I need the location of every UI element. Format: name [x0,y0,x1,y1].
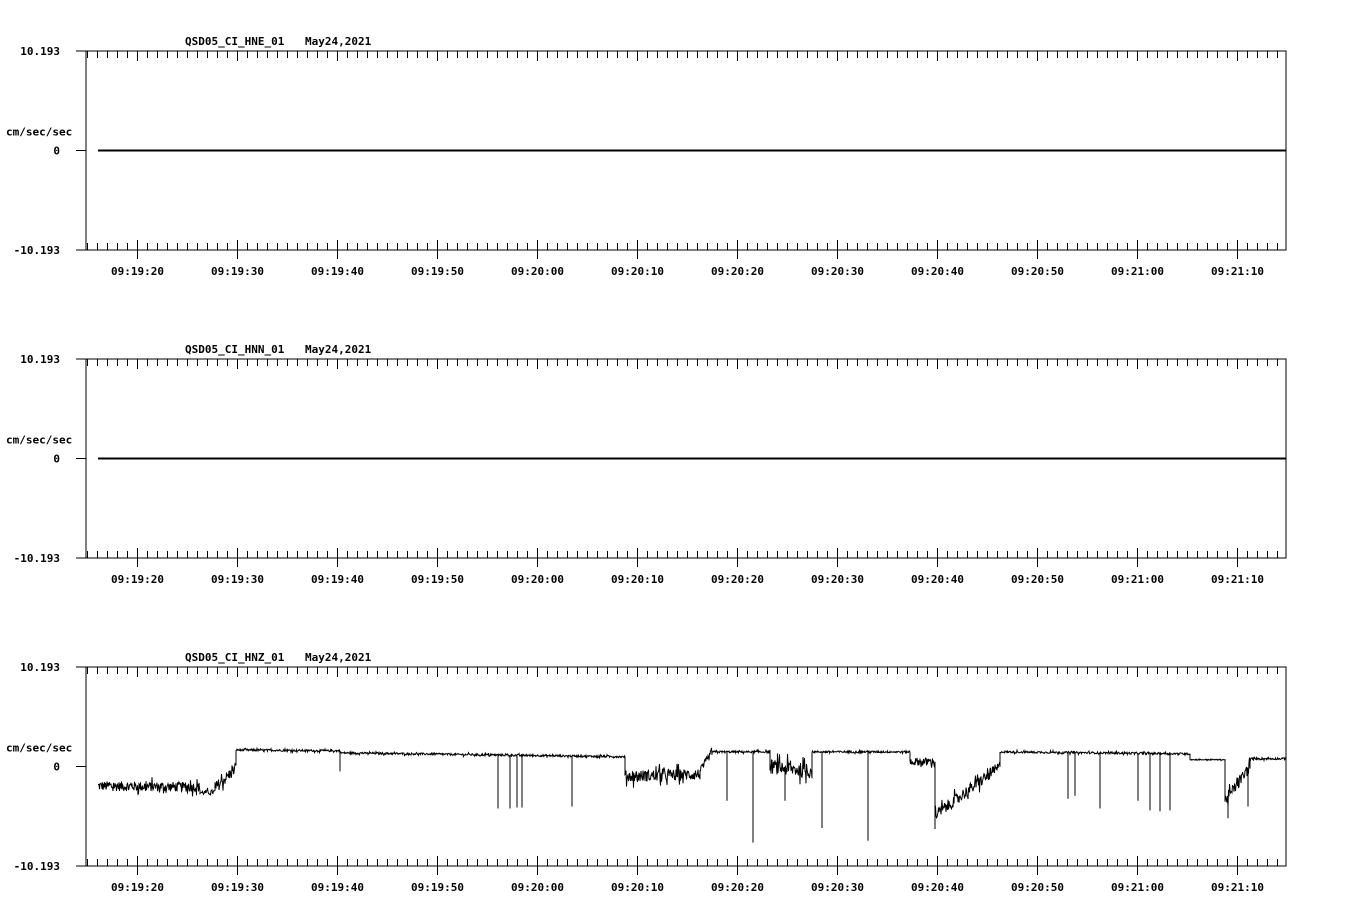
panel-date: May24,2021 [305,35,372,48]
y-tick-label: 10.193 [20,353,60,366]
x-tick-label: 09:20:30 [811,881,864,894]
x-tick-label: 09:19:50 [411,573,464,586]
y-tick-label: -10.193 [14,244,60,257]
x-tick-label: 09:20:20 [711,573,764,586]
y-tick-label: -10.193 [14,552,60,565]
panel-title: QSD05_CI_HNZ_01 [185,651,285,664]
x-tick-label: 09:20:20 [711,265,764,278]
x-tick-label: 09:21:10 [1211,265,1264,278]
seismogram-chart: QSD05_CI_HNE_01 May24,2021 cm/sec/sec 10.19… [6,35,1287,894]
x-tick-label: 09:19:30 [211,265,264,278]
x-tick-label: 09:20:10 [611,573,664,586]
x-tick-label: 09:20:00 [511,881,564,894]
x-tick-label: 09:20:20 [711,881,764,894]
x-tick-label: 09:19:50 [411,265,464,278]
x-tick-label: 09:20:00 [511,265,564,278]
x-tick-label: 09:21:00 [1111,265,1164,278]
x-tick-label: 09:19:30 [211,573,264,586]
x-tick-label: 09:19:40 [311,881,364,894]
plot-frame [85,666,1287,867]
y-tick-label: 0 [53,145,60,158]
panel-qsd05_ci_hne_01: QSD05_CI_HNE_01 May24,2021 cm/sec/sec 10.19… [6,35,1287,278]
x-tick-label: 09:19:40 [311,573,364,586]
y-tick-label: -10.193 [14,860,60,873]
x-tick-label: 09:19:20 [111,265,164,278]
x-tick-label: 09:20:30 [811,265,864,278]
x-tick-label: 09:20:50 [1011,881,1064,894]
x-tick-label: 09:20:40 [911,881,964,894]
x-tick-label: 09:20:40 [911,265,964,278]
waveform-trace [97,746,1287,843]
x-tick-label: 09:19:40 [311,265,364,278]
panel-title: QSD05_CI_HNE_01 [185,35,285,48]
x-tick-label: 09:19:20 [111,881,164,894]
x-tick-label: 09:21:10 [1211,573,1264,586]
x-tick-label: 09:19:30 [211,881,264,894]
x-tick-label: 09:20:40 [911,573,964,586]
x-tick-label: 09:20:50 [1011,265,1064,278]
x-tick-label: 09:19:20 [111,573,164,586]
y-tick-label: 10.193 [20,661,60,674]
x-tick-label: 09:19:50 [411,881,464,894]
x-tick-label: 09:21:00 [1111,881,1164,894]
y-tick-label: 0 [53,761,60,774]
x-tick-label: 09:20:30 [811,573,864,586]
y-axis-label: cm/sec/sec [6,742,72,755]
panel-title: QSD05_CI_HNN_01 [185,343,285,356]
x-tick-label: 09:21:00 [1111,573,1164,586]
panel-date: May24,2021 [305,651,372,664]
panel-qsd05_ci_hnn_01: QSD05_CI_HNN_01 May24,2021 cm/sec/sec 10.19… [6,343,1287,586]
y-axis-label: cm/sec/sec [6,434,72,447]
y-tick-label: 0 [53,453,60,466]
panel-qsd05_ci_hnz_01: QSD05_CI_HNZ_01 May24,2021 cm/sec/sec 10.19… [6,651,1287,894]
y-axis-label: cm/sec/sec [6,126,72,139]
x-tick-label: 09:20:50 [1011,573,1064,586]
x-tick-label: 09:20:00 [511,573,564,586]
y-tick-label: 10.193 [20,45,60,58]
panel-date: May24,2021 [305,343,372,356]
x-tick-label: 09:20:10 [611,265,664,278]
x-tick-label: 09:21:10 [1211,881,1264,894]
x-tick-label: 09:20:10 [611,881,664,894]
